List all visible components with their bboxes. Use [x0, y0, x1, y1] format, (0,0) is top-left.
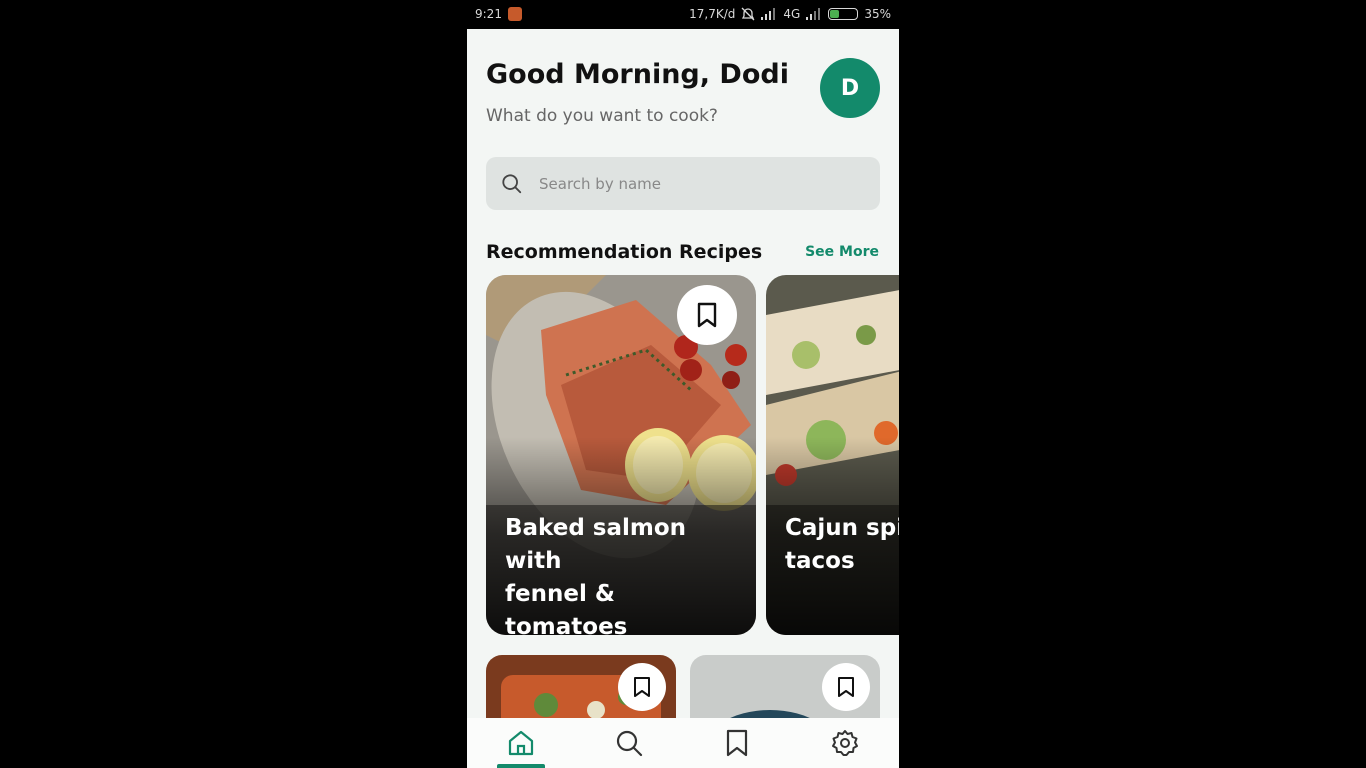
battery-percent: 35% — [864, 7, 891, 21]
greeting-subtitle: What do you want to cook? — [486, 106, 718, 126]
signal-icon — [761, 8, 776, 20]
see-more-link[interactable]: See More — [805, 244, 879, 260]
recipe-card[interactable]: Baked salmon with fennel & tomatoes — [486, 275, 756, 635]
signal-icon-2 — [806, 8, 821, 20]
bookmark-icon — [726, 729, 748, 757]
network-type: 4G — [783, 7, 801, 21]
greeting-title: Good Morning, Dodi — [486, 59, 789, 90]
search-bar[interactable] — [486, 157, 880, 210]
bookmark-icon — [634, 677, 650, 697]
avatar[interactable]: D — [820, 58, 880, 118]
network-speed: 17,7K/d — [689, 7, 736, 21]
home-icon — [508, 730, 534, 756]
bookmark-icon — [838, 677, 854, 697]
recipe-card[interactable]: Cajun spi tacos — [766, 275, 899, 635]
nav-settings[interactable] — [791, 718, 899, 768]
status-indicators: 17,7K/d 4G 35% — [689, 7, 891, 21]
mute-icon — [741, 7, 755, 21]
image-overlay — [766, 275, 899, 635]
bookmark-icon — [697, 302, 717, 328]
nav-search[interactable] — [575, 718, 683, 768]
bookmark-button[interactable] — [677, 285, 737, 345]
status-time: 9:21 — [475, 7, 502, 21]
search-input[interactable] — [539, 157, 880, 210]
battery-icon — [828, 8, 859, 20]
recipe-title: Baked salmon with fennel & tomatoes — [505, 515, 687, 635]
notification-app-icon — [508, 7, 522, 21]
status-bar: 9:21 17,7K/d 4G 35% — [467, 0, 899, 29]
bookmark-button[interactable] — [822, 663, 870, 711]
nav-home[interactable] — [467, 718, 575, 768]
search-icon — [502, 173, 522, 193]
search-icon — [616, 730, 643, 757]
settings-icon — [832, 730, 858, 756]
bottom-nav — [467, 718, 899, 768]
recipe-title: Cajun spi tacos — [785, 515, 899, 574]
bookmark-button[interactable] — [618, 663, 666, 711]
nav-bookmarks[interactable] — [683, 718, 791, 768]
active-tab-indicator — [497, 764, 545, 768]
app-screen: Good Morning, Dodi What do you want to c… — [467, 29, 899, 768]
section-title: Recommendation Recipes — [486, 241, 763, 263]
battery-fill — [830, 10, 840, 18]
